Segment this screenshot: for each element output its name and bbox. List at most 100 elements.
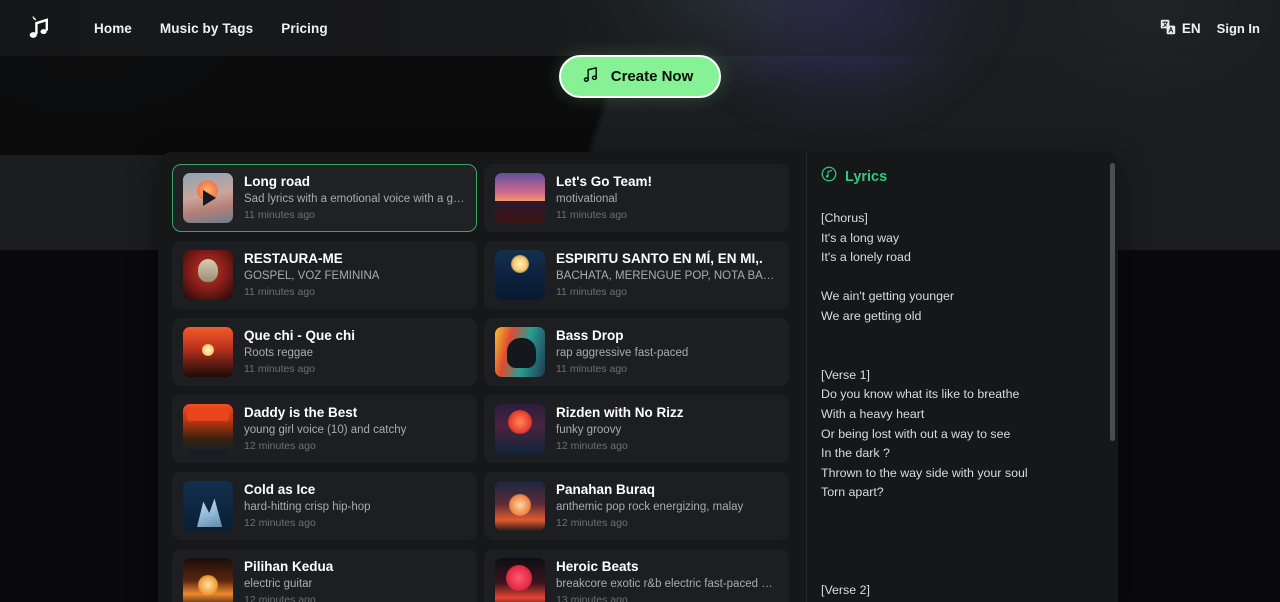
song-artwork — [495, 404, 545, 454]
create-now-label: Create Now — [610, 68, 694, 85]
song-title: Daddy is the Best — [244, 405, 358, 420]
song-tags: rap aggressive fast-paced — [556, 347, 689, 359]
song-thumbnail[interactable] — [183, 173, 233, 223]
song-timestamp: 11 minutes ago — [556, 363, 628, 375]
song-thumbnail[interactable] — [183, 404, 233, 454]
top-navbar: Home Music by Tags Pricing EN Sign In — [0, 0, 1280, 56]
song-title: RESTAURA-ME — [244, 251, 343, 266]
song-tags: hard-hitting crisp hip-hop — [244, 501, 371, 513]
song-text: Bass Drop rap aggressive fast-paced 11 min… — [556, 327, 778, 377]
song-thumbnail[interactable] — [495, 404, 545, 454]
song-timestamp: 11 minutes ago — [556, 286, 628, 298]
song-card[interactable]: Que chi - Que chi Roots reggae 11 minutes … — [172, 318, 477, 386]
song-card[interactable]: Daddy is the Best young girl voice (10) a… — [172, 395, 477, 463]
song-thumbnail[interactable] — [183, 327, 233, 377]
song-card[interactable]: Let's Go Team! motivational 11 minutes ago — [484, 164, 789, 232]
song-tags: Roots reggae — [244, 347, 314, 359]
song-timestamp: 11 minutes ago — [244, 363, 316, 375]
song-timestamp: 12 minutes ago — [244, 594, 316, 602]
song-tags: young girl voice (10) and catchy — [244, 424, 407, 436]
song-artwork — [495, 481, 545, 531]
song-text: Rizden with No Rizz funky groovy 12 minute… — [556, 404, 778, 454]
song-artwork — [183, 481, 233, 531]
create-now-wrapper: Create Now — [0, 55, 1280, 98]
song-card[interactable]: Bass Drop rap aggressive fast-paced 11 min… — [484, 318, 789, 386]
song-tags: GOSPEL, VOZ FEMININA — [244, 270, 380, 282]
song-tags: Sad lyrics with a emotional voice with a… — [244, 193, 466, 205]
translate-icon — [1160, 19, 1176, 38]
song-artwork — [183, 404, 233, 454]
song-text: ESPIRITU SANTO EN MÍ, EN MI,. BACHATA, ME… — [556, 250, 778, 300]
song-card[interactable]: Heroic Beats breakcore exotic r&b electri… — [484, 549, 789, 602]
song-card[interactable]: Panahan Buraq anthemic pop rock energizin… — [484, 472, 789, 540]
song-title: Pilihan Kedua — [244, 559, 334, 574]
nav-item-home[interactable]: Home — [94, 21, 132, 36]
lyrics-scrollbar-thumb[interactable] — [1110, 163, 1115, 441]
song-artwork — [183, 327, 233, 377]
song-thumbnail[interactable] — [183, 481, 233, 531]
song-text: Cold as Ice hard-hitting crisp hip-hop 12 … — [244, 481, 466, 531]
song-title: ESPIRITU SANTO EN MÍ, EN MI,. — [556, 251, 763, 266]
song-tags: anthemic pop rock energizing, malay — [556, 501, 744, 513]
sign-in-button[interactable]: Sign In — [1217, 21, 1260, 36]
lyrics-header: Lyrics — [821, 166, 1102, 187]
song-card[interactable]: Cold as Ice hard-hitting crisp hip-hop 12 … — [172, 472, 477, 540]
play-icon[interactable] — [183, 173, 233, 223]
song-title: Rizden with No Rizz — [556, 405, 684, 420]
song-text: RESTAURA-ME GOSPEL, VOZ FEMININA 11 minute… — [244, 250, 466, 300]
song-timestamp: 13 minutes ago — [556, 594, 628, 602]
song-card[interactable]: RESTAURA-ME GOSPEL, VOZ FEMININA 11 minute… — [172, 241, 477, 309]
language-selector[interactable]: EN — [1160, 19, 1201, 38]
song-tags: funky groovy — [556, 424, 622, 436]
song-title: Que chi - Que chi — [244, 328, 356, 343]
song-title: Heroic Beats — [556, 559, 639, 574]
song-thumbnail[interactable] — [183, 558, 233, 602]
song-text: Daddy is the Best young girl voice (10) a… — [244, 404, 466, 454]
song-tags: electric guitar — [244, 578, 313, 590]
song-tags: motivational — [556, 193, 618, 205]
header-actions: EN Sign In — [1160, 19, 1260, 38]
nav-item-pricing[interactable]: Pricing — [281, 21, 327, 36]
main-nav: Home Music by Tags Pricing — [94, 21, 328, 36]
song-thumbnail[interactable] — [495, 327, 545, 377]
song-card[interactable]: ESPIRITU SANTO EN MÍ, EN MI,. BACHATA, ME… — [484, 241, 789, 309]
song-card[interactable]: Long road Sad lyrics with a emotional voi… — [172, 164, 477, 232]
song-text: Let's Go Team! motivational 11 minutes ago — [556, 173, 778, 223]
song-timestamp: 12 minutes ago — [244, 440, 316, 452]
song-tags: BACHATA, MERENGUE POP, NOTA BAJA, VOZ... — [556, 270, 778, 282]
app-page: Home Music by Tags Pricing EN Sign In Cr… — [0, 0, 1280, 602]
song-thumbnail[interactable] — [495, 558, 545, 602]
song-card[interactable]: Pilihan Kedua electric guitar 12 minutes a… — [172, 549, 477, 602]
song-thumbnail[interactable] — [183, 250, 233, 300]
song-thumbnail[interactable] — [495, 250, 545, 300]
song-thumbnail[interactable] — [495, 481, 545, 531]
song-timestamp: 12 minutes ago — [244, 517, 316, 529]
song-timestamp: 12 minutes ago — [556, 517, 628, 529]
song-text: Panahan Buraq anthemic pop rock energizin… — [556, 481, 778, 531]
song-text: Pilihan Kedua electric guitar 12 minutes a… — [244, 558, 466, 602]
song-artwork — [495, 250, 545, 300]
song-artwork — [183, 250, 233, 300]
song-text: Que chi - Que chi Roots reggae 11 minutes … — [244, 327, 466, 377]
music-disc-icon — [821, 166, 837, 187]
song-card[interactable]: Rizden with No Rizz funky groovy 12 minute… — [484, 395, 789, 463]
music-note-icon — [581, 65, 600, 88]
song-list[interactable]: Long road Sad lyrics with a emotional voi… — [158, 152, 806, 602]
song-title: Bass Drop — [556, 328, 624, 343]
lyrics-panel: Lyrics [Chorus] It's a long way It's a l… — [806, 152, 1118, 602]
song-timestamp: 11 minutes ago — [244, 209, 316, 221]
song-thumbnail[interactable] — [495, 173, 545, 223]
song-artwork — [495, 558, 545, 602]
lyrics-text: [Chorus] It's a long way It's a lonely r… — [821, 211, 1028, 598]
language-label: EN — [1181, 20, 1201, 36]
create-now-button[interactable]: Create Now — [558, 55, 722, 98]
nav-item-music-by-tags[interactable]: Music by Tags — [160, 21, 253, 36]
song-text: Long road Sad lyrics with a emotional voi… — [244, 173, 466, 223]
main-panel: Long road Sad lyrics with a emotional voi… — [158, 152, 1118, 602]
song-tags: breakcore exotic r&b electric fast-paced… — [556, 578, 778, 590]
song-timestamp: 12 minutes ago — [556, 440, 628, 452]
song-artwork — [495, 327, 545, 377]
song-timestamp: 11 minutes ago — [556, 209, 628, 221]
song-artwork — [495, 173, 545, 223]
app-logo-icon[interactable] — [22, 11, 56, 45]
